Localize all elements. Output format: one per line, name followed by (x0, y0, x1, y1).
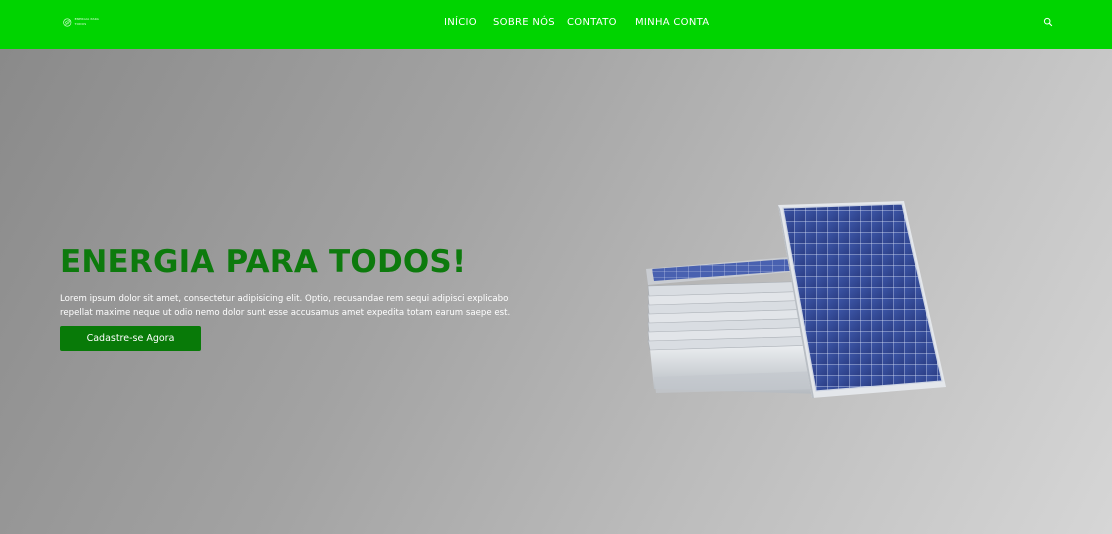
nav-link-minha-conta[interactable]: MINHA CONTA (635, 17, 709, 29)
nav-link-inicio[interactable]: INÍCIO (444, 17, 477, 29)
search-icon[interactable] (1043, 17, 1053, 27)
hero-description-line-1: Lorem ipsum dolor sit amet, consectetur … (60, 294, 509, 304)
hero-description-line-2: repellat maxime neque ut odio nemo dolor… (60, 308, 511, 318)
site-header: ENERGIA PARA TODOS INÍCIO SOBRE NÓS CONT… (0, 0, 1112, 49)
hero-title: ENERGIA PARA TODOS! (60, 244, 467, 280)
nav-link-contato[interactable]: CONTATO (567, 17, 617, 29)
signup-button[interactable]: Cadastre-se Agora (60, 326, 201, 351)
nav-link-sobre-nos[interactable]: SOBRE NÓS (493, 17, 555, 29)
solar-panels-image (646, 201, 946, 398)
main-nav: INÍCIO SOBRE NÓS CONTATO MINHA CONTA (0, 17, 1112, 29)
hero-description: Lorem ipsum dolor sit amet, consectetur … (60, 292, 540, 320)
